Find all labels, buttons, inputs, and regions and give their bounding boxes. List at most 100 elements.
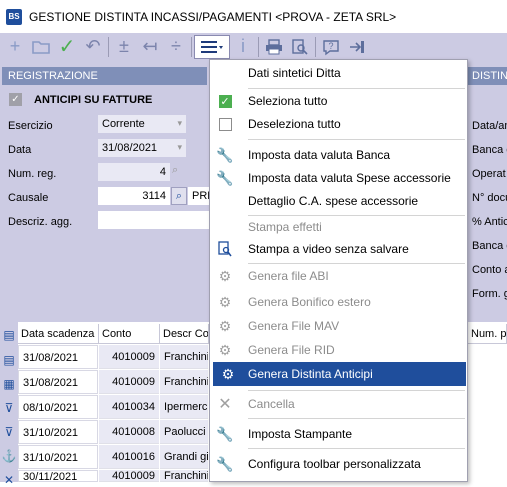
menu-item-imposta-data-spese[interactable]: 🔧 Imposta data valuta Spese accessorie: [210, 166, 467, 190]
toolbar-separator: [191, 36, 192, 57]
field-label-descriz-agg: Descriz. agg.: [8, 216, 73, 228]
anticipi-label: ANTICIPI SU FATTURE: [34, 94, 153, 106]
table-row-conto: 4010016: [99, 445, 159, 469]
printer-icon[interactable]: [261, 35, 287, 59]
num-reg-field[interactable]: 4: [98, 163, 170, 181]
table-row-descr: Ipermerc: [160, 395, 208, 419]
menu-item-cancella[interactable]: ✕ Cancella: [210, 392, 467, 416]
gears-icon: ⚙: [218, 317, 232, 334]
table-row-date[interactable]: 08/10/2021: [18, 395, 98, 419]
menu-item-label: Dettaglio C.A. spese accessorie: [248, 194, 419, 208]
checkmark-icon[interactable]: ✓: [54, 35, 80, 59]
export-icon[interactable]: [344, 35, 370, 59]
table-row-date[interactable]: 31/10/2021: [18, 445, 98, 469]
anchor-icon[interactable]: ⚓: [2, 449, 17, 463]
wrench-icon: 🔧: [216, 425, 234, 442]
column-header-num-par[interactable]: Num. par: [468, 324, 507, 344]
toolbar-separator: [258, 36, 259, 57]
grid-view-icon[interactable]: ▤: [2, 328, 16, 342]
causale-field[interactable]: 3114: [98, 187, 170, 205]
menu-item-label: Dati sintetici Ditta: [248, 66, 341, 80]
table-row-date[interactable]: 31/08/2021: [18, 345, 98, 369]
menu-item-stampa-effetti[interactable]: Stampa effetti: [210, 215, 467, 239]
menu-separator: [248, 448, 465, 449]
window-title: GESTIONE DISTINTA INCASSI/PAGAMENTI <PRO…: [29, 9, 397, 24]
info-icon[interactable]: i: [230, 35, 256, 59]
table-icon[interactable]: ▦: [2, 377, 16, 391]
right-label: Form. g: [472, 288, 507, 300]
table-row-conto: 4010008: [99, 420, 159, 444]
distinta-panel: [466, 60, 507, 322]
search-icon[interactable]: ⌕: [171, 187, 187, 205]
gears-icon: ⚙: [218, 267, 232, 284]
table-row-descr: Franchini: [160, 370, 208, 394]
menu-item-genera-mav[interactable]: ⚙ Genera File MAV: [210, 314, 467, 338]
menu-item-imposta-data-banca[interactable]: 🔧 Imposta data valuta Banca: [210, 143, 467, 167]
cross-icon: ✕: [218, 396, 232, 413]
menu-item-seleziona-tutto[interactable]: ✓ Seleziona tutto: [210, 89, 467, 113]
menu-item-label: Imposta data valuta Banca: [248, 148, 391, 162]
table-row-date[interactable]: 30/11/2021: [18, 470, 98, 482]
right-label: Banca c: [472, 144, 507, 156]
column-header-data-scadenza[interactable]: Data scadenza: [18, 324, 99, 344]
menu-item-label: Configura toolbar personalizzata: [248, 457, 421, 471]
toolbar: + ✓ ↶ ± ↤ ÷ i ?: [0, 33, 507, 60]
toolbar-separator: [315, 36, 316, 57]
filter-add-icon[interactable]: ⊽: [2, 425, 16, 439]
menu-item-dati-sintetici[interactable]: Dati sintetici Ditta: [210, 61, 467, 85]
table-row-conto: 4010009: [99, 470, 159, 482]
table-row-descr: Grandi gi: [160, 445, 208, 469]
table-row-descr: Franchini: [160, 345, 208, 369]
table-row-date[interactable]: 31/08/2021: [18, 370, 98, 394]
table-row-descr: Paolucci M: [160, 420, 208, 444]
menu-item-imposta-stampante[interactable]: 🔧 Imposta Stampante: [210, 422, 467, 446]
anticipi-checkbox[interactable]: ✓: [9, 93, 22, 106]
menu-item-genera-bonifico[interactable]: ⚙ Genera Bonifico estero: [210, 290, 467, 314]
chevron-down-icon: ▾: [177, 118, 182, 128]
menu-item-genera-rid[interactable]: ⚙ Genera File RID: [210, 338, 467, 362]
right-label: N° docu: [472, 192, 507, 204]
filter-icon[interactable]: ⊽: [2, 401, 16, 415]
app-logo-icon: BS: [6, 8, 22, 25]
list-icon[interactable]: ▤: [2, 353, 16, 367]
menu-item-genera-abi[interactable]: ⚙ Genera file ABI: [210, 264, 467, 288]
menu-item-label: Genera File RID: [248, 343, 335, 357]
search-icon[interactable]: ⌕: [172, 164, 186, 180]
esercizio-select[interactable]: Corrente ▾: [98, 115, 186, 133]
data-value: 31/08/2021: [102, 142, 158, 154]
open-folder-icon[interactable]: [28, 35, 54, 59]
menu-item-label: Imposta data valuta Spese accessorie: [248, 171, 451, 185]
toolbar-separator: [108, 36, 109, 57]
back-row-icon[interactable]: ↤: [137, 35, 163, 59]
help-icon[interactable]: ?: [318, 35, 344, 59]
menu-item-label: Seleziona tutto: [248, 94, 328, 108]
right-label: % Antic: [472, 216, 507, 228]
undo-icon[interactable]: ↶: [80, 35, 106, 59]
panel-header: REGISTRAZIONE: [2, 67, 207, 85]
table-row-descr: Franchini Pino & F.Li: [160, 470, 208, 482]
menu-item-configura-toolbar[interactable]: 🔧 Configura toolbar personalizzata: [210, 452, 467, 476]
table-row-date[interactable]: 31/10/2021: [18, 420, 98, 444]
hamburger-menu-icon[interactable]: [194, 34, 230, 59]
field-label-num-reg: Num. reg.: [8, 168, 57, 180]
menu-item-deseleziona-tutto[interactable]: Deseleziona tutto: [210, 112, 467, 136]
empty-box-icon: [210, 117, 240, 131]
divide-icon[interactable]: ÷: [163, 35, 189, 59]
menu-item-label: Deseleziona tutto: [248, 117, 341, 131]
menu-item-label: Stampa a video senza salvare: [248, 242, 409, 256]
add-row-icon[interactable]: ±: [111, 35, 137, 59]
checked-box-icon: ✓: [218, 94, 232, 108]
field-label-esercizio: Esercizio: [8, 120, 53, 132]
data-field[interactable]: 31/08/2021 ▾: [98, 139, 186, 157]
column-header-descr-conto[interactable]: Descr Co: [160, 324, 209, 344]
menu-item-dettaglio-ca[interactable]: Dettaglio C.A. spese accessorie: [210, 189, 467, 213]
menu-item-genera-distinta-anticipi[interactable]: ⚙ Genera Distinta Anticipi: [213, 362, 466, 386]
add-icon[interactable]: +: [2, 35, 28, 59]
gears-icon: ⚙: [218, 341, 232, 358]
menu-item-stampa-video[interactable]: Stampa a video senza salvare: [210, 237, 467, 261]
print-preview-icon[interactable]: [287, 35, 313, 59]
close-icon[interactable]: ✕: [2, 473, 16, 487]
column-header-conto[interactable]: Conto: [99, 324, 160, 344]
causale-description: PRE: [188, 187, 209, 205]
descriz-agg-field[interactable]: [98, 211, 209, 229]
